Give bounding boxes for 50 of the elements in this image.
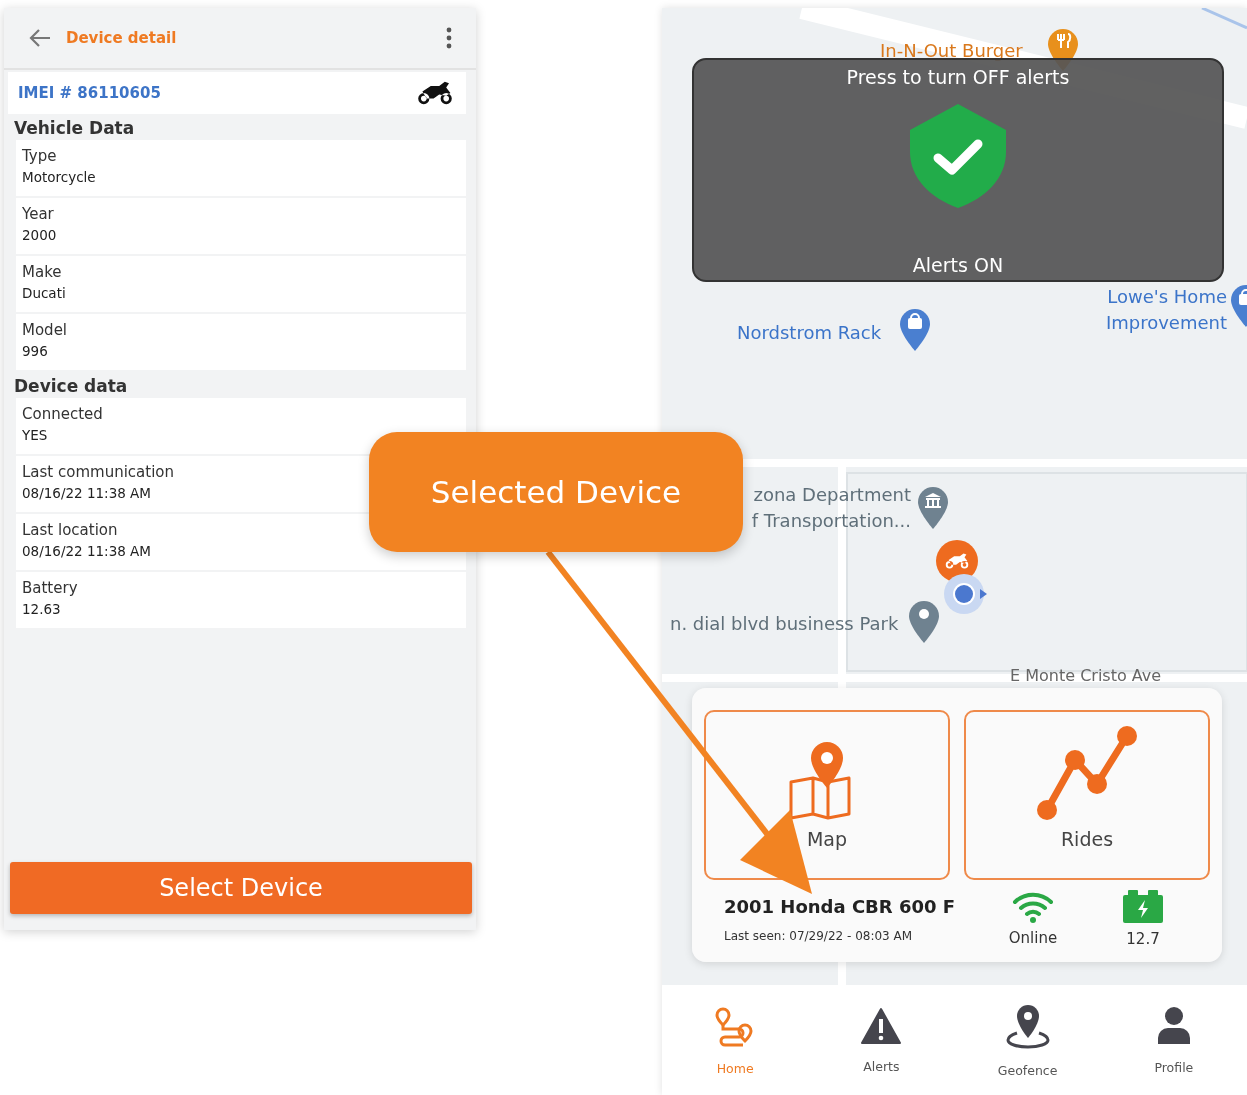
section-heading: Vehicle Data [13, 117, 136, 140]
field-label: Make [22, 263, 63, 281]
nav-tab[interactable]: Profile [1100, 985, 1247, 1095]
alerts-status: Alerts ON [912, 254, 1004, 276]
feature-tile[interactable]: Map [704, 710, 950, 880]
battery-voltage: 12.7 [1126, 930, 1160, 948]
person-icon [1155, 1005, 1192, 1046]
callout-bubble: Selected Device [369, 432, 743, 552]
field-value: YES [22, 427, 49, 443]
imei-text: IMEI # 86110605 [18, 84, 161, 102]
place-pin-icon [899, 308, 931, 352]
field-value: Motorcycle [22, 169, 97, 185]
connection-status: Online [1008, 929, 1058, 947]
shield-check-icon [908, 102, 1008, 210]
alerts-toggle-overlay[interactable]: Press to turn OFF alerts Alerts ON [692, 58, 1224, 282]
nav-tab[interactable]: Geofence [954, 985, 1101, 1095]
field-value: 996 [22, 343, 49, 359]
place-label: Nordstrom Rack [737, 321, 882, 345]
street-label: E Monte Cristo Ave [1010, 666, 1162, 685]
section-heading: Device data [13, 375, 129, 398]
place-label: zona Department f Transportation... [751, 483, 911, 533]
last-seen-text: Last seen: 07/29/22 - 08:03 AM [724, 928, 914, 943]
feature-tile[interactable]: Rides [964, 710, 1210, 880]
more-options-icon[interactable] [446, 27, 452, 49]
field-value: 2000 [22, 227, 58, 243]
warning-icon [860, 1006, 903, 1045]
screen-title: Device detail [66, 29, 178, 47]
field-label: Model [22, 321, 69, 339]
place-label: Lowe's Home Improvement [1105, 285, 1227, 335]
field-label: Last communication [22, 463, 175, 481]
place-pin-icon [908, 600, 940, 644]
vehicle-name: 2001 Honda CBR 600 F [724, 895, 957, 917]
field-value: 12.63 [22, 601, 62, 617]
field-label: Last location [22, 521, 119, 539]
battery-icon [1122, 890, 1164, 924]
nav-tab[interactable]: Alerts [808, 985, 955, 1095]
line-graph-icon [1037, 726, 1137, 820]
back-arrow-icon[interactable] [28, 28, 52, 48]
alerts-hint: Press to turn OFF alerts [846, 66, 1070, 88]
field-label: Type [22, 147, 58, 165]
field-label: Connected [22, 405, 104, 423]
field-value: Ducati [22, 285, 67, 301]
place-pin-icon [917, 486, 949, 530]
geofence-icon [1004, 1002, 1051, 1049]
vehicle-marker[interactable] [936, 540, 978, 582]
field-label: Battery [22, 579, 79, 597]
field-value: 08/16/22 11:38 AM [22, 543, 152, 559]
wifi-icon [1012, 891, 1054, 923]
place-label: n. dial blvd business Park [670, 612, 899, 636]
field-label: Year [22, 205, 55, 223]
